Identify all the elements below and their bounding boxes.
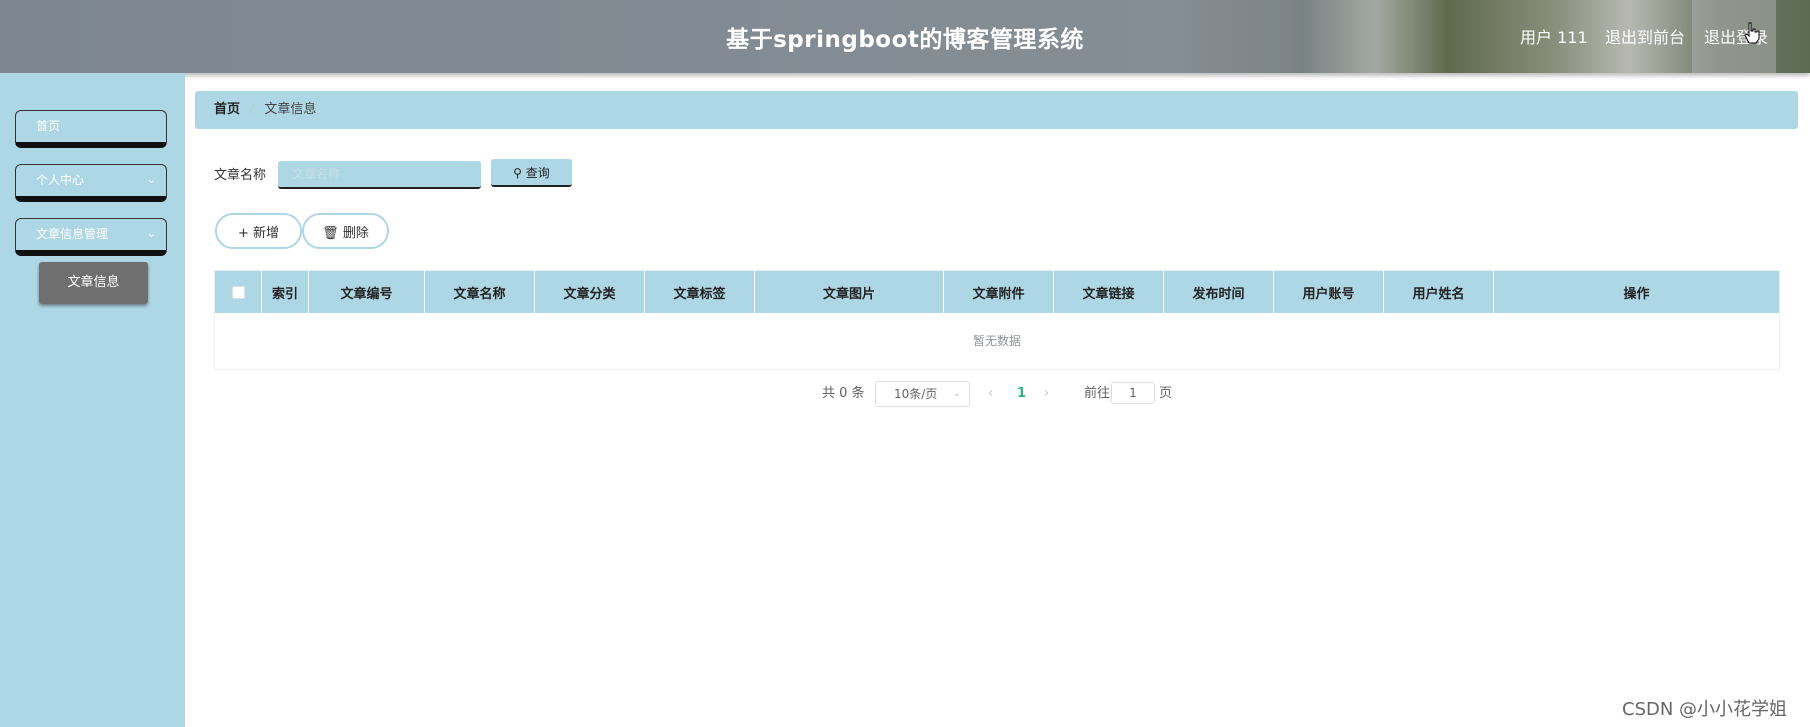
sidebar-item-label: 个人中心	[36, 173, 85, 187]
page-unit-label: 页	[1159, 386, 1173, 401]
breadcrumb: 首页 / 文章信息	[195, 91, 1798, 129]
select-all-cell	[215, 271, 262, 313]
goto-label: 前往	[1084, 386, 1111, 401]
chevron-down-icon: ⌄	[952, 388, 961, 399]
trash-icon: 🗑	[322, 225, 339, 241]
logout-button[interactable]: 退出登录	[1692, 0, 1776, 73]
sidebar-item-article-management[interactable]: 文章信息管理 ⌄	[15, 218, 167, 256]
column-header: 文章编号	[309, 271, 425, 313]
sidebar-item-label: 文章信息管理	[36, 227, 109, 241]
select-all-checkbox[interactable]	[231, 285, 245, 299]
page-number-current[interactable]: 1	[1017, 381, 1026, 407]
table-header: 索引 文章编号 文章名称 文章分类 文章标签 文章图片 文章附件 文章链接 发布…	[215, 271, 1779, 313]
column-header: 文章图片	[755, 271, 944, 313]
delete-button[interactable]: 🗑 删除	[302, 213, 389, 249]
breadcrumb-separator: /	[250, 102, 255, 117]
chevron-right-icon: ›	[1044, 386, 1050, 401]
breadcrumb-home[interactable]: 首页	[214, 102, 240, 117]
sidebar-item-home[interactable]: 首页	[15, 110, 167, 148]
page-size-select[interactable]: 10条/页 ⌄	[875, 381, 970, 407]
column-header: 文章标签	[645, 271, 755, 313]
hand-cursor-icon	[1744, 22, 1760, 44]
search-icon: ⚲	[513, 165, 522, 180]
column-header: 索引	[262, 271, 309, 313]
submenu-item-article-info[interactable]: 文章信息	[39, 262, 148, 304]
query-button[interactable]: ⚲ 查询	[491, 159, 572, 187]
search-input[interactable]	[278, 161, 481, 189]
chevron-down-icon: ⌄	[146, 173, 156, 186]
next-page-button[interactable]: ›	[1044, 381, 1049, 407]
top-header: 基于springboot的博客管理系统 用户 111 退出到前台 退出登录	[0, 0, 1810, 73]
column-header: 文章名称	[425, 271, 535, 313]
chevron-left-icon: ‹	[988, 386, 994, 401]
pagination-total: 共 0 条	[822, 386, 865, 401]
add-button[interactable]: + 新增	[215, 213, 302, 249]
prev-page-button[interactable]: ‹	[988, 381, 993, 407]
add-button-label: 新增	[253, 225, 280, 241]
column-header: 用户账号	[1274, 271, 1384, 313]
breadcrumb-current: 文章信息	[264, 102, 317, 117]
back-to-frontend-link[interactable]: 退出到前台	[1605, 24, 1685, 48]
column-header: 文章链接	[1054, 271, 1164, 313]
delete-button-label: 删除	[342, 225, 369, 241]
plus-icon: +	[237, 225, 249, 241]
empty-table-message: 暂无数据	[972, 334, 1021, 348]
watermark: CSDN @小小花学姐	[1622, 699, 1788, 720]
column-header: 文章分类	[535, 271, 645, 313]
column-header: 用户姓名	[1384, 271, 1494, 313]
column-header: 操作	[1623, 286, 1650, 302]
article-table: 索引 文章编号 文章名称 文章分类 文章标签 文章图片 文章附件 文章链接 发布…	[214, 270, 1780, 370]
current-user: 用户 111	[1520, 28, 1588, 47]
goto-page-input[interactable]	[1111, 382, 1155, 404]
sidebar-item-label: 首页	[36, 119, 61, 133]
column-header: 发布时间	[1164, 271, 1274, 313]
sidebar-item-personal-center[interactable]: 个人中心 ⌄	[15, 164, 167, 202]
query-button-label: 查询	[525, 165, 550, 180]
search-label: 文章名称	[214, 168, 267, 183]
column-header: 文章附件	[944, 271, 1054, 313]
page-size-value: 10条/页	[894, 387, 938, 401]
chevron-up-icon: ⌄	[146, 227, 156, 240]
